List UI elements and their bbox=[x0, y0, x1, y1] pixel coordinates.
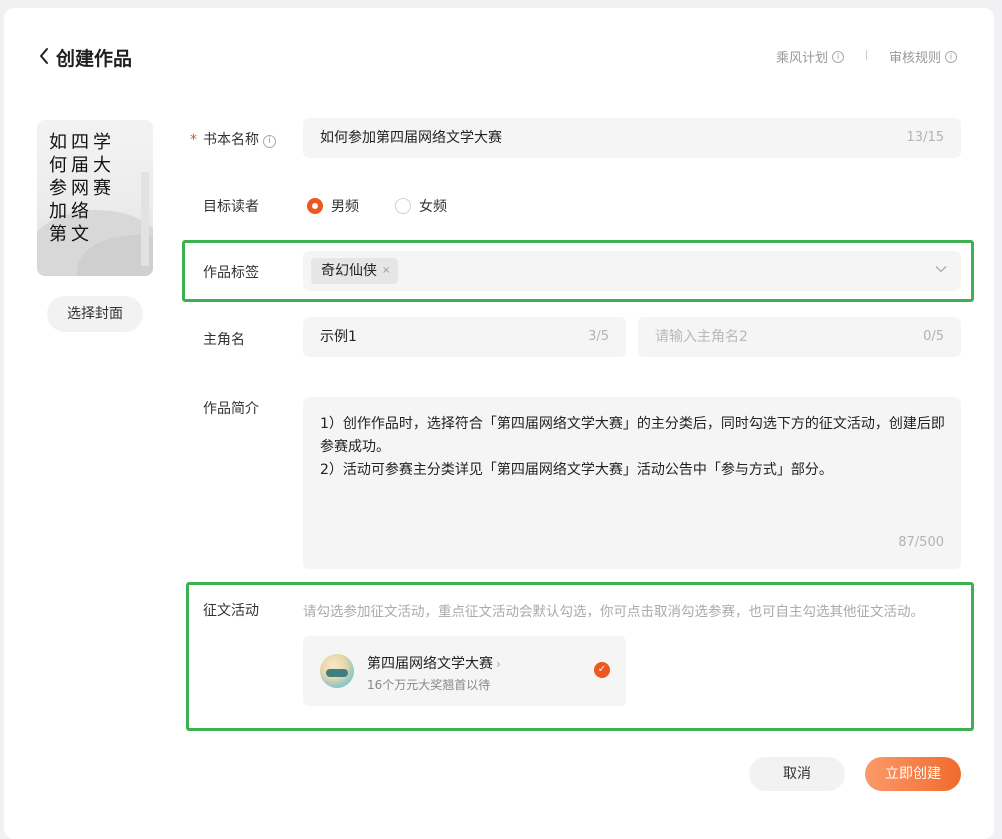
back-chevron-icon[interactable] bbox=[38, 46, 50, 66]
header-divider bbox=[866, 50, 867, 60]
event-tip: 请勾选参加征文活动，重点征文活动会默认勾选，你可点击取消勾选参赛，也可自主勾选其… bbox=[303, 604, 924, 620]
protagonist-1-counter: 3/5 bbox=[588, 329, 609, 344]
chevron-down-icon[interactable] bbox=[935, 265, 947, 273]
tags-label: 作品标签 bbox=[203, 265, 259, 281]
radio-female-label: 女频 bbox=[419, 199, 447, 215]
cover-image: 如 何 参 加 第 四 届 网 络 文 学 大 赛 bbox=[37, 120, 153, 276]
info-icon: i bbox=[945, 50, 958, 63]
page-title: 创建作品 bbox=[56, 48, 133, 70]
cancel-button[interactable]: 取消 bbox=[749, 757, 845, 791]
cover-char: 赛 bbox=[93, 178, 111, 199]
radio-female[interactable]: 女频 bbox=[395, 196, 447, 216]
ride-wind-plan-link[interactable]: 乘风计划 i bbox=[776, 47, 845, 66]
event-name: 第四届网络文学大赛 bbox=[367, 656, 493, 672]
select-cover-button[interactable]: 选择封面 bbox=[47, 296, 143, 332]
radio-unchecked-icon bbox=[395, 198, 411, 214]
cover-char: 第 bbox=[49, 224, 67, 245]
book-name-counter: 13/15 bbox=[906, 130, 944, 145]
description-textarea[interactable]: 1）创作作品时，选择符合「第四届网络文学大赛」的主分类后，同时勾选下方的征文活动… bbox=[303, 397, 961, 569]
cover-decoration bbox=[141, 172, 149, 266]
description-line: 1）创作作品时，选择符合「第四届网络文学大赛」的主分类后，同时勾选下方的征文活动… bbox=[320, 416, 945, 455]
description-line: 2）活动可参赛主分类详见「第四届网络文学大赛」活动公告中「参与方式」部分。 bbox=[320, 462, 833, 478]
book-name-label: 书本名称 bbox=[203, 132, 259, 148]
cover-char: 网 bbox=[71, 178, 89, 199]
cover-char: 文 bbox=[71, 224, 89, 245]
event-subtitle: 16个万元大奖翘首以待 bbox=[367, 678, 491, 692]
protagonist-1-input[interactable]: 示例1 3/5 bbox=[303, 317, 626, 357]
cover-char: 四 bbox=[71, 132, 89, 153]
protagonist-2-placeholder: 请输入主角名2 bbox=[655, 329, 748, 345]
radio-checked-icon bbox=[307, 198, 323, 214]
event-avatar-image bbox=[320, 654, 354, 688]
book-name-label-row: * 书本名称 i bbox=[190, 129, 276, 149]
cover-char: 如 bbox=[49, 132, 67, 153]
cover-title-text: 如 何 参 加 第 四 届 网 络 文 学 大 赛 bbox=[49, 128, 115, 245]
cover-char: 学 bbox=[93, 132, 111, 153]
cover-char: 何 bbox=[49, 155, 67, 176]
event-checkbox-checked-icon[interactable]: ✓ bbox=[594, 662, 610, 678]
event-name-link[interactable]: 第四届网络文学大赛 › bbox=[367, 653, 501, 673]
question-icon[interactable]: i bbox=[263, 135, 276, 148]
book-name-input[interactable]: 如何参加第四届网络文学大赛 13/15 bbox=[303, 118, 961, 158]
target-readers-label: 目标读者 bbox=[203, 199, 259, 215]
tags-select[interactable]: 奇幻仙侠 × bbox=[303, 251, 961, 291]
review-rules-link[interactable]: 审核规则 i bbox=[889, 47, 958, 66]
protagonist-2-counter: 0/5 bbox=[923, 329, 944, 344]
description-text: 1）创作作品时，选择符合「第四届网络文学大赛」的主分类后，同时勾选下方的征文活动… bbox=[320, 413, 947, 482]
book-name-value: 如何参加第四届网络文学大赛 bbox=[320, 130, 502, 146]
chevron-right-icon: › bbox=[496, 657, 501, 671]
radio-male[interactable]: 男频 bbox=[307, 196, 359, 216]
ride-wind-plan-label: 乘风计划 bbox=[776, 51, 829, 66]
event-card[interactable]: 第四届网络文学大赛 › 16个万元大奖翘首以待 ✓ bbox=[303, 636, 626, 706]
description-label: 作品简介 bbox=[203, 401, 259, 417]
tag-chip[interactable]: 奇幻仙侠 × bbox=[311, 258, 399, 284]
info-icon: i bbox=[832, 50, 845, 63]
event-label: 征文活动 bbox=[203, 603, 259, 619]
protagonist-2-input[interactable]: 请输入主角名2 0/5 bbox=[638, 317, 961, 357]
cover-char: 络 bbox=[71, 201, 89, 222]
required-mark: * bbox=[190, 132, 197, 148]
tag-chip-label: 奇幻仙侠 bbox=[321, 263, 377, 279]
cover-char: 大 bbox=[93, 155, 111, 176]
description-counter: 87/500 bbox=[898, 535, 944, 550]
cover-char: 参 bbox=[49, 178, 67, 199]
tag-remove-icon[interactable]: × bbox=[382, 258, 390, 284]
create-now-button[interactable]: 立即创建 bbox=[865, 757, 961, 791]
radio-male-label: 男频 bbox=[331, 199, 359, 215]
cover-char: 加 bbox=[49, 201, 67, 222]
protagonist-label: 主角名 bbox=[203, 332, 245, 348]
review-rules-label: 审核规则 bbox=[889, 51, 942, 66]
protagonist-1-value: 示例1 bbox=[320, 329, 357, 345]
cover-char: 届 bbox=[71, 155, 89, 176]
